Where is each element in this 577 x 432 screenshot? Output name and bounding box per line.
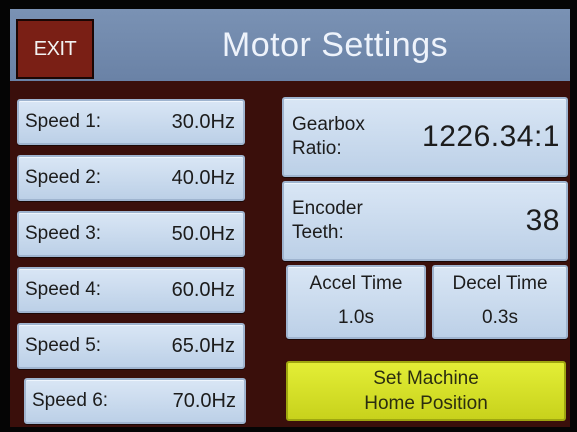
speed-3-value: 50.0Hz [171,222,235,245]
gearbox-ratio-button[interactable]: Gearbox Ratio: 1226.34:1 [282,97,568,177]
home-line1: Set Machine [373,368,479,389]
encoder-teeth-value: 38 [525,204,560,237]
touch-screen: EXIT Motor Settings Speed 1: 30.0Hz Spee… [10,9,570,427]
speed-2-label: Speed 2: [25,167,102,188]
gearbox-label-line2: Ratio: [292,138,342,159]
speed-3-label: Speed 3: [25,223,102,244]
speed-5-button[interactable]: Speed 5: 65.0Hz [17,323,245,369]
set-home-position-button[interactable]: Set Machine Home Position [286,361,566,421]
exit-button[interactable]: EXIT [16,19,94,79]
speed-6-value: 70.0Hz [172,389,236,412]
encoder-teeth-label: Encoder Teeth: [292,197,363,245]
home-line2: Home Position [364,393,488,414]
gearbox-label-line1: Gearbox [292,114,365,135]
speed-4-label: Speed 4: [25,279,102,300]
speed-5-value: 65.0Hz [171,334,235,357]
accel-time-button[interactable]: Accel Time 1.0s [286,265,426,339]
speed-5-label: Speed 5: [25,335,102,356]
speed-6-label: Speed 6: [32,390,109,411]
speed-4-button[interactable]: Speed 4: 60.0Hz [17,267,245,313]
gearbox-ratio-label: Gearbox Ratio: [292,113,365,161]
title-bar: EXIT Motor Settings [10,9,570,81]
speed-1-value: 30.0Hz [171,110,235,133]
gearbox-ratio-value: 1226.34:1 [422,120,560,153]
decel-time-button[interactable]: Decel Time 0.3s [432,265,568,339]
speed-2-value: 40.0Hz [171,166,235,189]
speed-6-button[interactable]: Speed 6: 70.0Hz [24,378,246,424]
speed-2-button[interactable]: Speed 2: 40.0Hz [17,155,245,201]
decel-time-label: Decel Time [452,273,548,294]
page-title: Motor Settings [221,25,449,64]
decel-time-value: 0.3s [482,307,518,328]
encoder-label-line2: Teeth: [292,222,344,243]
speed-3-button[interactable]: Speed 3: 50.0Hz [17,211,245,257]
encoder-label-line1: Encoder [292,198,363,219]
speed-1-button[interactable]: Speed 1: 30.0Hz [17,99,245,145]
accel-time-label: Accel Time [309,273,403,294]
speed-4-value: 60.0Hz [171,278,235,301]
exit-button-label: EXIT [33,37,77,60]
accel-time-value: 1.0s [338,307,374,328]
speed-1-label: Speed 1: [25,111,102,132]
encoder-teeth-button[interactable]: Encoder Teeth: 38 [282,181,568,261]
device-bezel: EXIT Motor Settings Speed 1: 30.0Hz Spee… [0,0,577,432]
